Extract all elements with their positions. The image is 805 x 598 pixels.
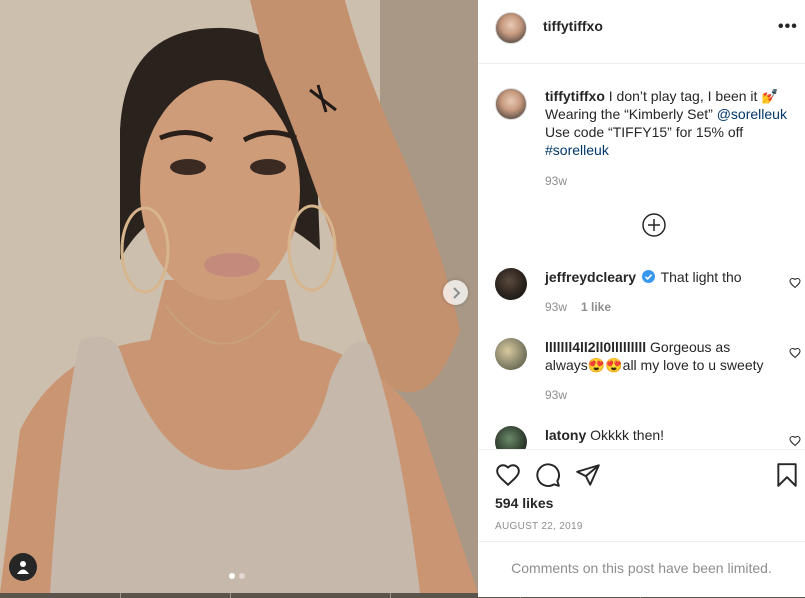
comment-username[interactable]: jeffreydcleary [545,269,636,285]
comments-limited-notice: Comments on this post have been limited. [478,541,805,594]
caption-avatar[interactable] [495,88,527,120]
comment-item: lllllll4ll2ll0lllllllll Gorgeous as alwa… [545,338,775,374]
tagged-users-button[interactable] [9,553,37,581]
post-photo [0,0,478,593]
heart-icon[interactable] [789,277,801,289]
comment-age[interactable]: 93w [545,300,567,314]
lips [204,253,260,277]
caption-age[interactable]: 93w [545,174,567,188]
caption-username[interactable]: tiffytiffxo [545,88,605,104]
post-username[interactable]: tiffytiffxo [543,18,603,34]
carousel-indicator [229,573,245,579]
likes-count[interactable]: 594 likes [495,495,553,511]
post-media[interactable] [0,0,478,593]
caption-mention-link[interactable]: @sorelleuk [717,106,787,122]
more-options-button[interactable]: ••• [778,17,798,37]
user-icon [17,561,29,574]
comment-avatar[interactable] [495,338,527,370]
comment-username[interactable]: lllllll4ll2ll0lllllllll [545,339,646,355]
avatar[interactable] [495,12,527,44]
bookmark-icon[interactable] [774,462,800,488]
caption-line-1: I don’t play tag, I been it 💅 [608,88,779,104]
like-heart-icon[interactable] [495,462,521,488]
chevron-right-icon [452,286,460,299]
carousel-dot [239,573,245,579]
comment-item: jeffreydcleary That light tho [545,268,775,286]
heart-icon[interactable] [789,347,801,359]
comment-item: latony Okkkk then! [545,426,775,444]
caption: tiffytiffxo I don’t play tag, I been it … [545,87,800,159]
load-more-comments-icon[interactable] [642,213,666,237]
post-header: tiffytiffxo ••• [478,0,805,64]
post-panel: tiffytiffxo ••• tiffytiffxo I don’t play… [478,0,805,597]
post-actions: 594 likes AUGUST 22, 2019 Comments on th… [478,449,805,597]
comment-text: Okkkk then! [590,427,665,443]
caption-line-2: Wearing the “Kimberly Set” [545,106,717,122]
comment-bubble-icon[interactable] [535,462,561,488]
share-paper-plane-icon[interactable] [575,462,601,488]
verified-badge-icon [641,270,655,283]
carousel-dot-active [229,573,235,579]
post-date[interactable]: AUGUST 22, 2019 [495,521,583,532]
heart-icon[interactable] [789,435,801,447]
comment-text: That light tho [660,269,742,285]
comment-likes[interactable]: 1 like [581,300,611,314]
comment-username[interactable]: latony [545,427,586,443]
comment-avatar[interactable] [495,426,527,449]
comment-age[interactable]: 93w [545,388,567,402]
comment-avatar[interactable] [495,268,527,300]
caption-line-3: Use code “TIFFY15” for 15% off [545,124,744,140]
caption-hashtag-link[interactable]: #sorelleuk [545,142,609,158]
next-slide-button[interactable] [443,280,468,305]
